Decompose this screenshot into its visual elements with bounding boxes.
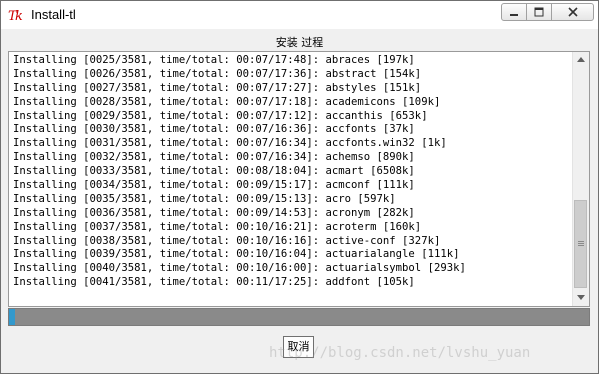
maximize-icon — [534, 7, 544, 17]
arrow-down-icon — [577, 295, 585, 300]
log-line: Installing [0031/3581, time/total: 00:07… — [13, 137, 447, 150]
arrow-up-icon — [577, 57, 585, 62]
close-button[interactable] — [551, 3, 594, 21]
install-log-text[interactable]: Installing [0025/3581, time/total: 00:07… — [8, 51, 590, 307]
maximize-button[interactable] — [526, 3, 552, 21]
minimize-button[interactable] — [501, 3, 527, 21]
title-bar[interactable]: T k Install-tl — [1, 1, 598, 29]
log-line: Installing [0029/3581, time/total: 00:07… — [13, 109, 428, 122]
log-line: Installing [0025/3581, time/total: 00:07… — [13, 54, 415, 66]
progress-fill — [9, 309, 16, 325]
install-progress-label: 安装 过程 — [275, 36, 324, 49]
log-lines: Installing [0025/3581, time/total: 00:07… — [13, 54, 573, 290]
minimize-icon — [510, 14, 518, 16]
tk-feather-icon: T k — [8, 7, 26, 24]
window-title: Install-tl — [31, 7, 76, 22]
log-line: Installing [0034/3581, time/total: 00:09… — [13, 179, 415, 192]
log-line: Installing [0039/3581, time/total: 00:10… — [13, 248, 460, 261]
svg-text:k: k — [15, 9, 23, 23]
window-controls — [501, 3, 594, 21]
log-line: Installing [0030/3581, time/total: 00:07… — [13, 123, 415, 136]
scroll-down-button[interactable] — [573, 290, 589, 306]
log-line: Installing [0040/3581, time/total: 00:10… — [13, 262, 466, 275]
log-line: Installing [0033/3581, time/total: 00:08… — [13, 165, 415, 178]
log-line: Installing [0027/3581, time/total: 00:07… — [13, 81, 422, 94]
log-line: Installing [0035/3581, time/total: 00:09… — [13, 192, 396, 205]
log-line: Installing [0028/3581, time/total: 00:07… — [13, 95, 441, 108]
installer-window: T k Install-tl 安装 过程 Installing [0025/35… — [0, 0, 599, 374]
close-icon — [567, 7, 578, 17]
progress-bar — [8, 308, 590, 326]
grip-icon — [578, 241, 584, 246]
log-line: Installing [0026/3581, time/total: 00:07… — [13, 67, 422, 80]
log-line: Installing [0036/3581, time/total: 00:09… — [13, 206, 415, 219]
log-line: Installing [0032/3581, time/total: 00:07… — [13, 151, 415, 164]
cancel-button[interactable]: 取消 — [283, 336, 314, 358]
log-line: Installing [0038/3581, time/total: 00:10… — [13, 234, 441, 247]
vertical-scrollbar[interactable] — [572, 52, 589, 306]
scroll-up-button[interactable] — [573, 52, 589, 68]
log-line: Installing [0037/3581, time/total: 00:10… — [13, 220, 422, 233]
scroll-thumb[interactable] — [574, 200, 587, 288]
log-line: Installing [0041/3581, time/total: 00:11… — [13, 276, 415, 289]
window-content: 安装 过程 Installing [0025/3581, time/total:… — [1, 29, 598, 373]
